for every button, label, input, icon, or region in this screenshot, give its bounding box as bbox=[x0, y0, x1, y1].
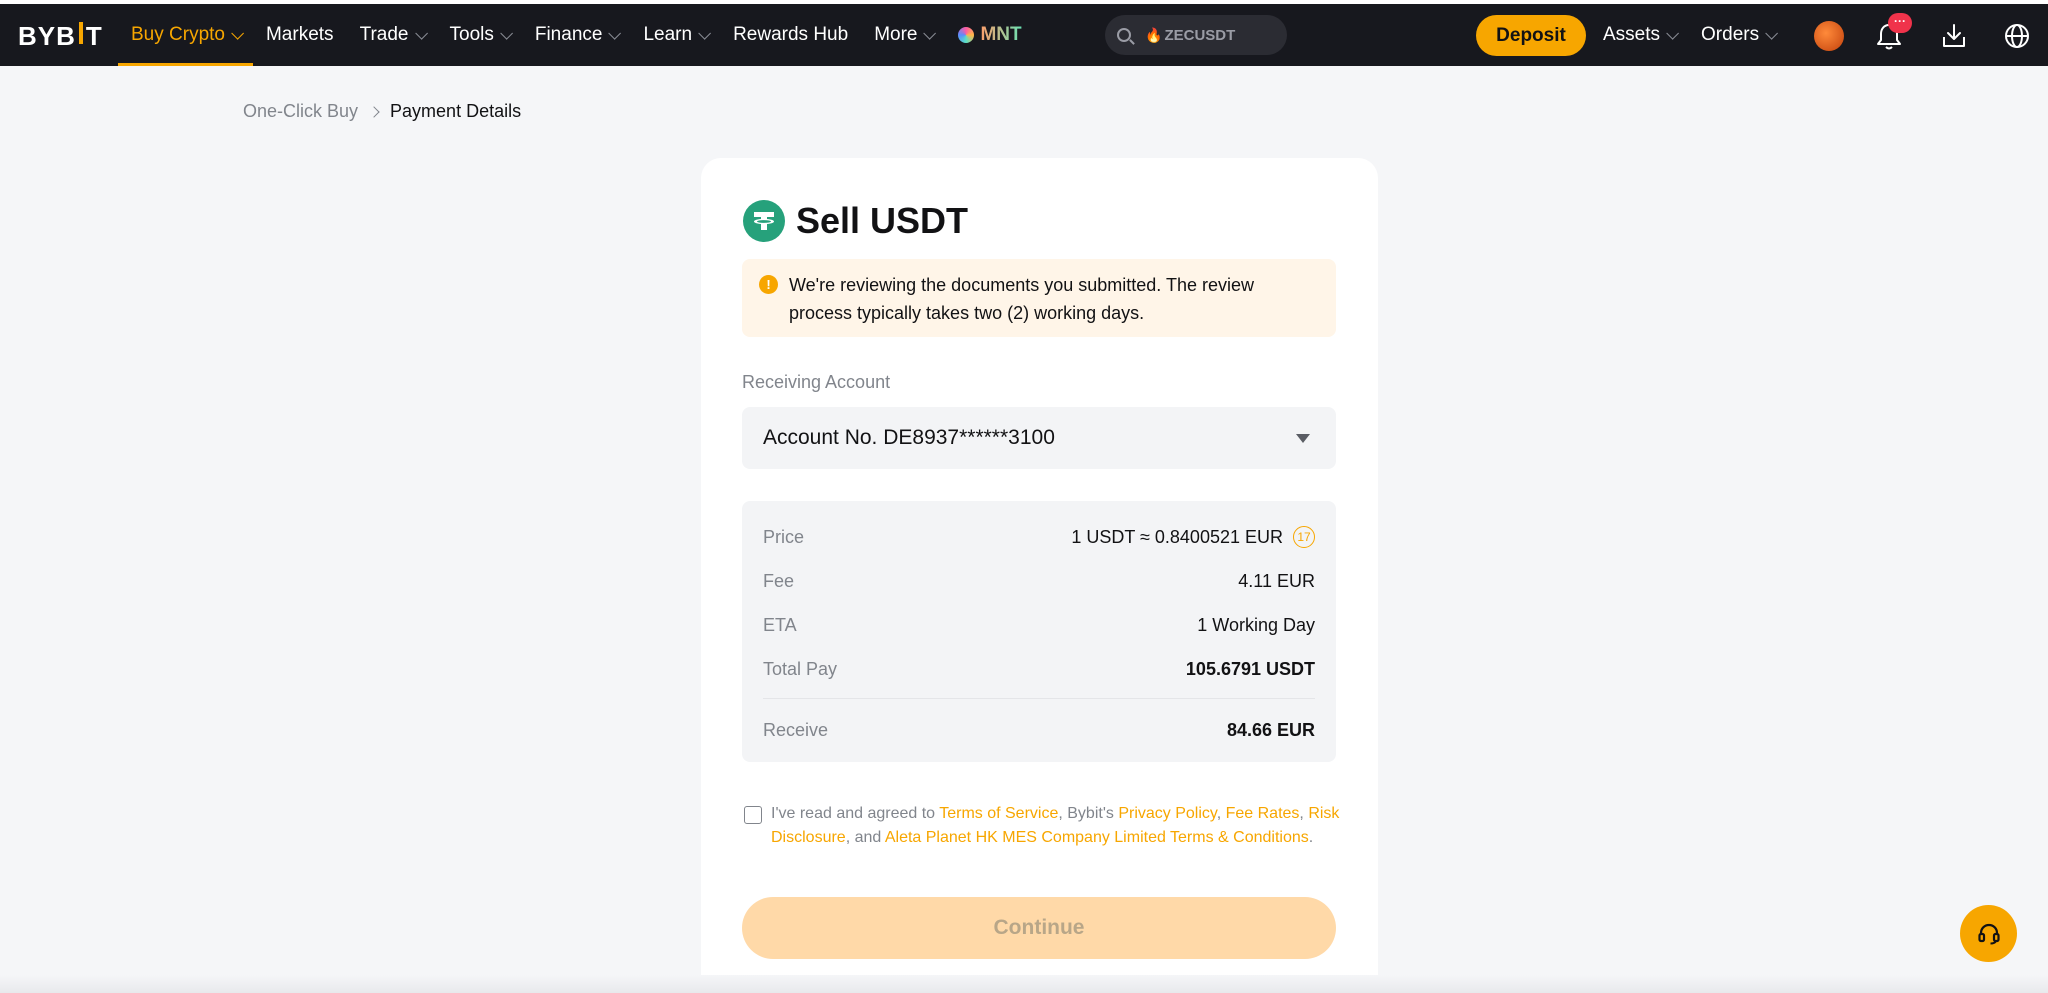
continue-button[interactable]: Continue bbox=[742, 897, 1336, 959]
download-icon[interactable] bbox=[1940, 22, 1968, 50]
chevron-down-icon bbox=[698, 26, 712, 40]
agreement-text: I've read and agreed to Terms of Service… bbox=[771, 805, 1340, 846]
warning-icon: ! bbox=[759, 275, 778, 294]
card-header: Sell USDT bbox=[743, 200, 968, 242]
caret-down-icon bbox=[1296, 434, 1310, 443]
breadcrumb-current: Payment Details bbox=[390, 101, 522, 121]
fire-icon: 🔥 bbox=[1145, 26, 1163, 43]
summary-row-total-pay: Total Pay 105.6791 USDT bbox=[763, 658, 1315, 679]
aleta-terms-link[interactable]: Aleta Planet HK MES Company Limited Term… bbox=[885, 829, 1309, 846]
chevron-down-icon bbox=[231, 26, 244, 40]
nav-rewards-hub[interactable]: Rewards Hub bbox=[720, 4, 861, 66]
summary-row-price: Price 1 USDT ≈ 0.8400521 EUR 17 bbox=[763, 522, 1315, 552]
globe-icon[interactable] bbox=[2003, 22, 2031, 50]
page-title: Sell USDT bbox=[796, 200, 969, 241]
mnt-icon bbox=[958, 27, 975, 43]
customer-support-button[interactable] bbox=[1960, 905, 2017, 962]
avatar[interactable] bbox=[1814, 21, 1844, 51]
nav-finance[interactable]: Finance bbox=[522, 4, 631, 66]
breadcrumb-one-click-buy[interactable]: One-Click Buy bbox=[243, 101, 358, 122]
top-navbar: BYB T Buy Crypto Markets Trade Tools Fina… bbox=[0, 4, 2048, 66]
chevron-down-icon bbox=[923, 26, 937, 40]
nav-mnt[interactable]: MNT bbox=[945, 4, 1034, 66]
nav-tools[interactable]: Tools bbox=[437, 4, 522, 66]
order-summary: Price 1 USDT ≈ 0.8400521 EUR 17 Fee 4.11… bbox=[742, 501, 1336, 762]
chevron-down-icon bbox=[414, 26, 428, 40]
review-notice: ! We're reviewing the documents you subm… bbox=[742, 259, 1336, 337]
price-refresh-timer: 17 bbox=[1293, 526, 1315, 548]
headset-icon bbox=[1977, 923, 2000, 944]
sell-card: Sell USDT ! We're reviewing the document… bbox=[701, 158, 1378, 993]
nav-orders[interactable]: Orders bbox=[1688, 4, 1787, 66]
tether-icon bbox=[743, 200, 785, 242]
chevron-down-icon bbox=[1765, 26, 1779, 40]
terms-checkbox[interactable] bbox=[744, 806, 762, 824]
nav-learn[interactable]: Learn bbox=[630, 4, 720, 66]
terms-of-service-link[interactable]: Terms of Service bbox=[939, 805, 1058, 822]
search-input[interactable]: 🔥 ZECUSDT bbox=[1105, 15, 1287, 55]
nav-more[interactable]: More bbox=[861, 4, 945, 66]
breadcrumb: One-Click Buy Payment Details bbox=[243, 101, 521, 122]
nav-assets[interactable]: Assets bbox=[1590, 4, 1688, 66]
deposit-button[interactable]: Deposit bbox=[1476, 15, 1586, 56]
fee-rates-link[interactable]: Fee Rates bbox=[1226, 805, 1300, 822]
chevron-down-icon bbox=[500, 26, 513, 40]
notice-text: We're reviewing the documents you submit… bbox=[789, 275, 1254, 323]
receiving-account-label: Receiving Account bbox=[742, 372, 891, 392]
summary-divider bbox=[763, 698, 1315, 699]
receiving-account-select[interactable]: Account No. DE8937******3100 bbox=[742, 407, 1336, 469]
search-icon bbox=[1117, 28, 1131, 42]
nav-buy-crypto[interactable]: Buy Crypto bbox=[118, 4, 253, 66]
window-bottom-edge bbox=[0, 975, 2048, 993]
nav-markets[interactable]: Markets bbox=[253, 4, 347, 66]
chevron-right-icon bbox=[368, 105, 380, 118]
summary-row-fee: Fee 4.11 EUR bbox=[763, 570, 1315, 591]
chevron-down-icon bbox=[1666, 26, 1680, 40]
account-nav: Assets Orders bbox=[1590, 4, 1787, 66]
privacy-policy-link[interactable]: Privacy Policy bbox=[1118, 805, 1216, 822]
summary-row-receive: Receive 84.66 EUR bbox=[763, 719, 1315, 740]
chevron-down-icon bbox=[608, 26, 622, 40]
notification-badge: ··· bbox=[1888, 13, 1912, 33]
main-nav: Buy Crypto Markets Trade Tools Finance L… bbox=[118, 4, 1035, 66]
bybit-logo[interactable]: BYB T bbox=[18, 21, 103, 51]
summary-row-eta: ETA 1 Working Day bbox=[763, 614, 1315, 635]
price-value: 1 USDT ≈ 0.8400521 EUR bbox=[1071, 526, 1283, 547]
nav-trade[interactable]: Trade bbox=[347, 4, 437, 66]
account-value: Account No. DE8937******3100 bbox=[763, 426, 1055, 449]
